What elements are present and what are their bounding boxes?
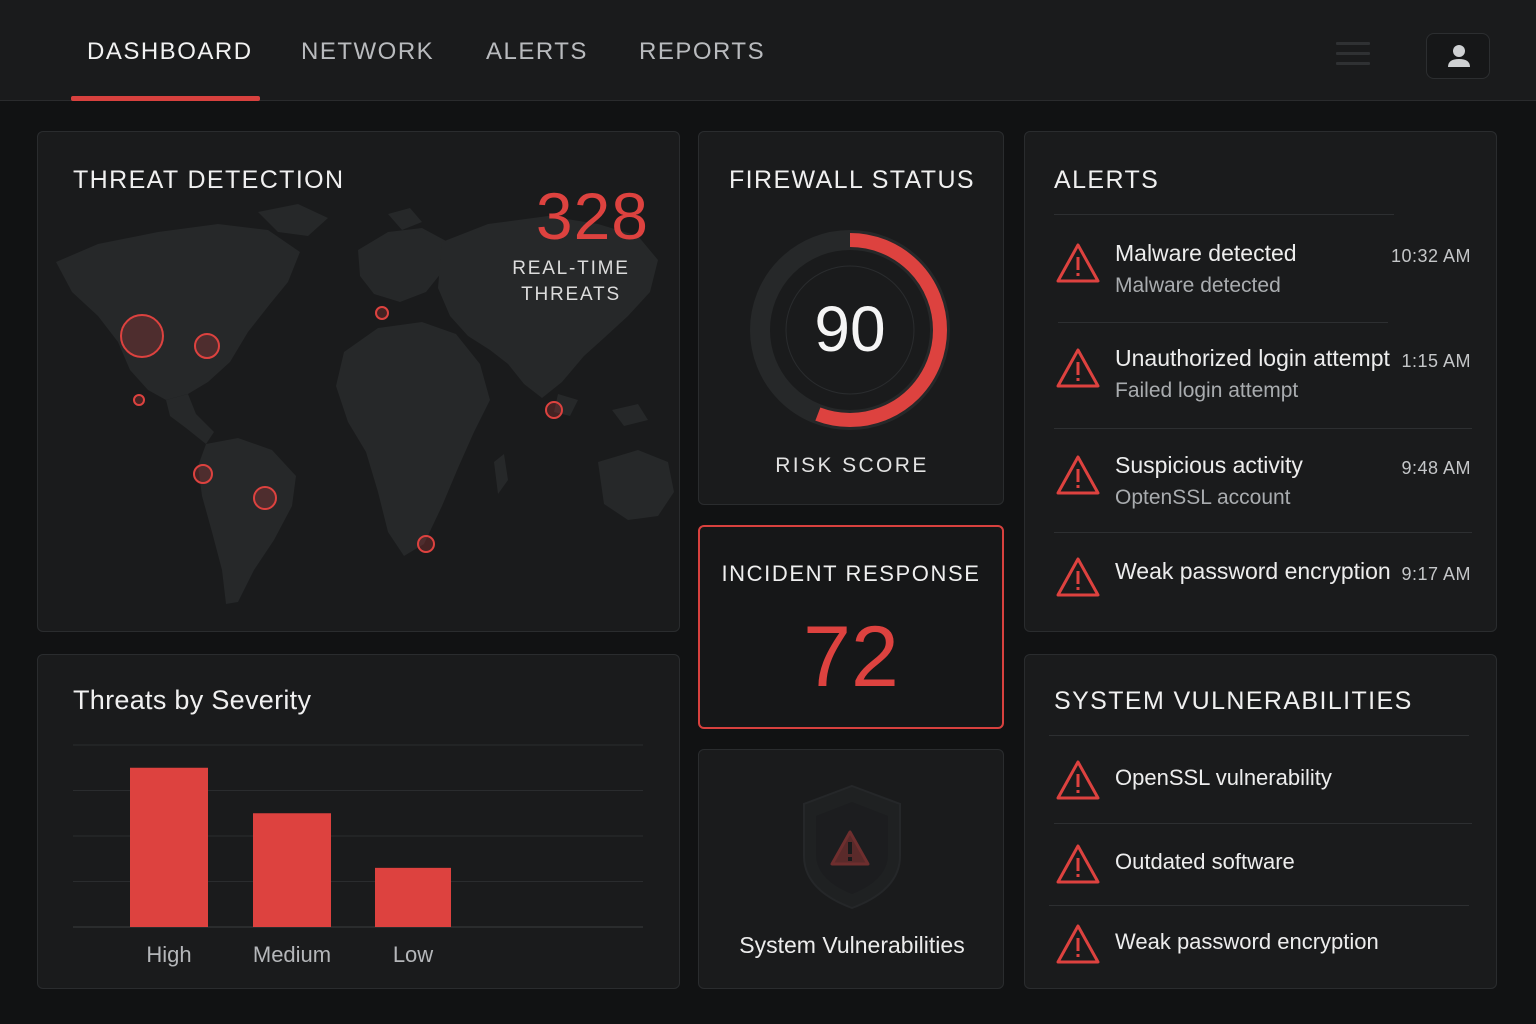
vulnerability-divider <box>1049 905 1469 906</box>
severity-bar-chart: High Medium Low <box>73 744 643 967</box>
vulnerability-label: Outdated software <box>1115 849 1295 874</box>
alert-item[interactable]: Suspicious activity OptenSSL account 9:4… <box>1053 444 1471 534</box>
warning-icon <box>1056 455 1100 495</box>
menu-icon[interactable] <box>1336 42 1370 68</box>
firewall-status-title: FIREWALL STATUS <box>728 166 976 194</box>
alert-title: Suspicious activity <box>1115 452 1303 478</box>
top-navigation-bar: DASHBOARD NETWORK ALERTS REPORTS <box>0 0 1536 101</box>
alert-time: 9:17 AM <box>1401 564 1471 584</box>
system-vulnerabilities-title: SYSTEM VULNERABILITIES <box>1054 687 1413 715</box>
alert-divider <box>1054 428 1472 429</box>
alert-time: 10:32 AM <box>1390 246 1471 266</box>
alert-subtitle: OptenSSL account <box>1115 486 1291 509</box>
user-profile-button[interactable] <box>1426 33 1490 79</box>
firewall-status-panel: FIREWALL STATUS 90 RISK SCORE <box>698 131 1004 505</box>
vulnerability-item[interactable]: OpenSSL vulnerability <box>1053 753 1471 813</box>
incident-response-title: INCIDENT RESPONSE <box>721 561 981 586</box>
alert-subtitle: Failed login attempt <box>1115 379 1299 402</box>
active-tab-indicator <box>71 96 260 101</box>
tab-network[interactable]: NETWORK <box>301 38 434 72</box>
user-icon <box>1448 45 1470 67</box>
threat-count-label: REAL-TIME THREATS <box>491 256 651 308</box>
shield-warning-icon <box>803 784 901 910</box>
warning-icon <box>1056 348 1100 388</box>
alert-item[interactable]: Unauthorized login attempt Failed login … <box>1053 337 1471 427</box>
system-vulnerabilities-label: System Vulnerabilities <box>739 932 965 958</box>
vulnerability-item[interactable]: Outdated software <box>1053 837 1471 897</box>
alert-item[interactable]: Weak password encryption 9:17 AM <box>1053 550 1471 610</box>
alert-divider <box>1058 322 1388 323</box>
threat-count: 328 <box>535 179 649 253</box>
incident-response-panel: INCIDENT RESPONSE 72 <box>698 525 1004 729</box>
vulnerabilities-title-divider <box>1049 735 1469 736</box>
alert-title: Malware detected <box>1115 240 1297 266</box>
warning-icon <box>1056 844 1100 884</box>
alert-divider <box>1054 532 1472 533</box>
warning-icon <box>1056 243 1100 283</box>
warning-icon <box>1056 760 1100 800</box>
alert-title: Weak password encryption <box>1115 558 1391 584</box>
bar-low <box>375 867 451 927</box>
vulnerability-label: Weak password encryption <box>1115 929 1379 954</box>
warning-icon <box>1056 924 1100 964</box>
threat-count-label-line1: REAL-TIME <box>512 258 630 279</box>
threat-detection-panel: THREAT DETECTION 328 REAL-TIME THREATS <box>37 131 680 632</box>
risk-score-label: RISK SCORE <box>775 454 929 477</box>
alerts-title: ALERTS <box>1054 166 1160 194</box>
system-vulnerabilities-panel: SYSTEM VULNERABILITIES OpenSSL vulnerabi… <box>1024 654 1497 989</box>
x-tick-label: High <box>146 942 191 967</box>
alerts-panel: ALERTS Malware detected Malware detected… <box>1024 131 1497 632</box>
threat-count-label-line2: THREATS <box>521 284 621 305</box>
tab-reports[interactable]: REPORTS <box>639 38 765 72</box>
alert-time: 9:48 AM <box>1401 458 1471 478</box>
warning-icon <box>1056 557 1100 597</box>
alerts-title-divider <box>1054 214 1394 215</box>
vulnerability-label: OpenSSL vulnerability <box>1115 765 1332 790</box>
bar-high <box>130 767 208 927</box>
risk-score-value: 90 <box>814 293 886 365</box>
x-tick-label: Medium <box>253 942 331 967</box>
vulnerability-item[interactable]: Weak password encryption <box>1053 917 1471 977</box>
system-vulnerabilities-tile[interactable]: System Vulnerabilities <box>698 749 1004 989</box>
alert-item[interactable]: Malware detected Malware detected 10:32 … <box>1053 232 1471 322</box>
threats-by-severity-panel: Threats by Severity High Medium Low <box>37 654 680 989</box>
tab-dashboard[interactable]: DASHBOARD <box>87 38 253 72</box>
alert-title: Unauthorized login attempt <box>1115 345 1390 371</box>
alert-time: 1:15 AM <box>1401 351 1471 371</box>
incident-response-value: 72 <box>803 609 899 705</box>
x-tick-label: Low <box>393 942 433 967</box>
alert-subtitle: Malware detected <box>1115 274 1281 297</box>
bar-medium <box>253 813 331 927</box>
vulnerability-divider <box>1054 823 1472 824</box>
tab-alerts[interactable]: ALERTS <box>486 38 588 72</box>
